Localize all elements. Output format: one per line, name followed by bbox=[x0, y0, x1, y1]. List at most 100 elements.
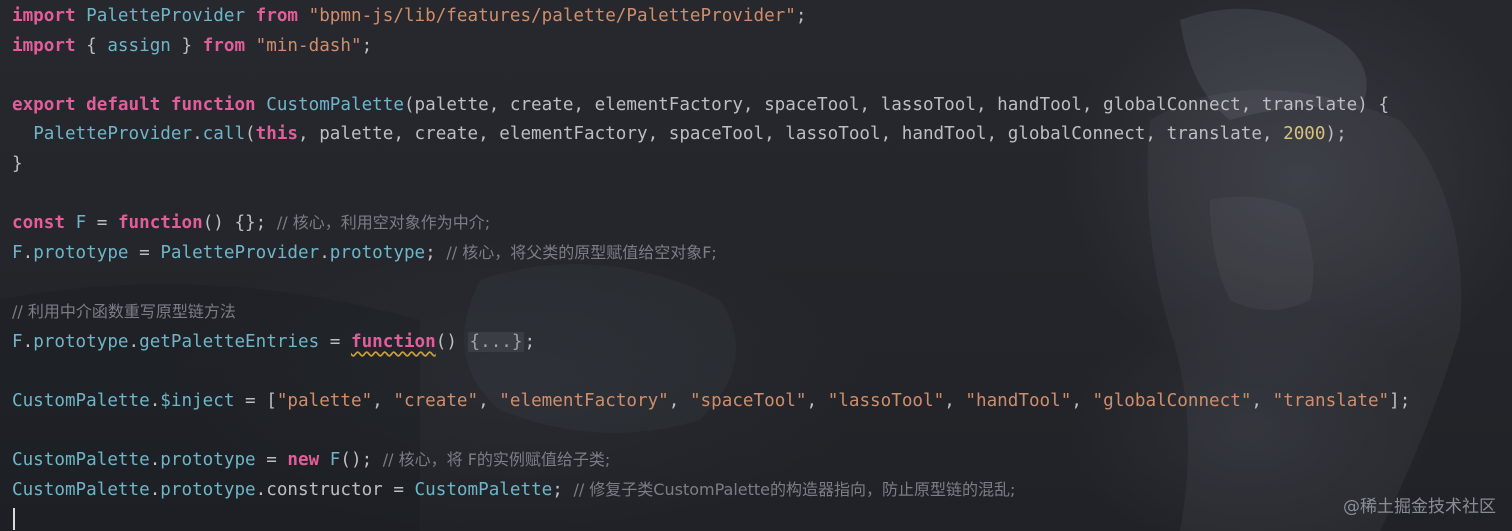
code-token: . bbox=[149, 390, 161, 411]
code-token: ]; bbox=[1389, 390, 1411, 411]
code-token: CustomPalette bbox=[414, 479, 553, 500]
code-token: , bbox=[944, 390, 966, 411]
code-token: F bbox=[12, 331, 23, 352]
code-token: ; bbox=[524, 331, 536, 352]
code-token: . bbox=[128, 331, 140, 352]
code-token: function bbox=[350, 331, 436, 352]
code-token: import bbox=[12, 35, 76, 56]
code-token: F bbox=[75, 213, 87, 234]
code-token: PaletteProvider bbox=[33, 124, 193, 145]
code-token: {...} bbox=[467, 331, 525, 352]
code-token: prototype bbox=[160, 479, 256, 500]
code-token: . bbox=[255, 479, 267, 500]
code-token: 2000 bbox=[1283, 124, 1326, 145]
code-line[interactable]: PaletteProvider.call(this, palette, crea… bbox=[12, 119, 1347, 149]
code-token: new bbox=[287, 450, 320, 470]
code-token: , bbox=[1251, 390, 1273, 411]
code-token: "bpmn-js/lib/features/palette/PalettePro… bbox=[308, 6, 796, 26]
code-token: prototype bbox=[33, 331, 129, 352]
code-line[interactable]: CustomPalette.prototype = new F(); // 核心… bbox=[12, 445, 610, 475]
code-token: CustomPalette bbox=[266, 94, 404, 115]
code-token: // 核心，将 F的实例赋值给子类; bbox=[382, 450, 611, 469]
code-token: . bbox=[22, 242, 34, 263]
code-line[interactable]: import PaletteProvider from "bpmn-js/lib… bbox=[12, 1, 806, 31]
code-token: , bbox=[1071, 390, 1093, 411]
code-token: CustomPalette bbox=[12, 450, 150, 470]
code-token: , bbox=[668, 390, 690, 411]
code-line[interactable]: CustomPalette.$inject = ["palette", "cre… bbox=[12, 386, 1410, 416]
code-token: F bbox=[329, 450, 341, 470]
code-token: const bbox=[12, 213, 65, 234]
code-token: export bbox=[12, 94, 76, 115]
code-token: = bbox=[319, 331, 351, 352]
code-token: prototype bbox=[33, 242, 129, 263]
code-token: } bbox=[170, 35, 203, 56]
code-token: // 核心，将父类的原型赋值给空对象F; bbox=[446, 242, 717, 262]
code-line[interactable]: import { assign } from "min-dash"; bbox=[12, 31, 372, 61]
code-token: constructor bbox=[266, 479, 383, 500]
code-token: . bbox=[22, 331, 34, 352]
code-token: "translate" bbox=[1272, 390, 1390, 411]
code-token: "globalConnect" bbox=[1092, 390, 1252, 411]
code-token: , bbox=[806, 390, 828, 411]
code-token: // 核心，利用空对象作为中介; bbox=[276, 213, 491, 233]
code-token: $inject bbox=[160, 390, 235, 411]
code-token: assign bbox=[107, 35, 171, 56]
code-line[interactable]: F.prototype.getPaletteEntries = function… bbox=[12, 327, 535, 357]
code-token: function bbox=[170, 94, 256, 115]
code-token: PaletteProvider bbox=[86, 6, 246, 26]
code-token: = bbox=[128, 242, 161, 263]
code-token: from bbox=[202, 35, 246, 56]
code-token: import bbox=[12, 6, 76, 26]
code-token: ); bbox=[1325, 124, 1347, 145]
code-token: call bbox=[202, 124, 246, 145]
code-line[interactable]: // 利用中介函数重写原型链方法 bbox=[12, 297, 236, 327]
code-token: // 利用中介函数重写原型链方法 bbox=[12, 302, 236, 321]
code-token: default bbox=[86, 94, 161, 115]
code-token: this bbox=[255, 124, 299, 145]
code-token: = [ bbox=[234, 390, 277, 411]
code-token: "create" bbox=[393, 390, 479, 411]
code-line[interactable]: export default function CustomPalette(pa… bbox=[12, 90, 1389, 120]
code-line[interactable]: } bbox=[12, 149, 23, 179]
code-token: prototype bbox=[160, 450, 256, 470]
code-token: , palette, create, elementFactory, space… bbox=[298, 124, 1284, 145]
code-token: ; bbox=[361, 35, 373, 56]
text-cursor bbox=[13, 508, 15, 530]
code-token: ; bbox=[552, 479, 574, 500]
code-token: "palette" bbox=[276, 390, 373, 411]
code-token: PaletteProvider bbox=[160, 242, 320, 263]
code-token: } bbox=[12, 154, 23, 174]
code-token: = bbox=[382, 479, 415, 500]
code-token: "min-dash" bbox=[255, 35, 362, 56]
code-token: , bbox=[478, 390, 500, 411]
code-token: () bbox=[435, 331, 468, 352]
code-token: . bbox=[192, 124, 203, 145]
code-line[interactable]: const F = function() {}; // 核心，利用空对象作为中介… bbox=[12, 208, 490, 238]
code-token: ( bbox=[245, 124, 256, 145]
code-token: CustomPalette bbox=[12, 390, 150, 411]
code-editor[interactable]: import PaletteProvider from "bpmn-js/lib… bbox=[0, 0, 1512, 531]
code-token: function bbox=[117, 213, 203, 234]
code-token: (palette, create, elementFactory, spaceT… bbox=[403, 94, 1390, 115]
code-token: (); bbox=[340, 450, 383, 470]
code-token: ; bbox=[425, 242, 447, 263]
code-token: ; bbox=[795, 6, 807, 26]
code-line[interactable]: CustomPalette.prototype.constructor = Cu… bbox=[12, 475, 1015, 505]
code-token: . bbox=[149, 450, 161, 470]
code-token: { bbox=[75, 35, 108, 56]
code-token: . bbox=[319, 242, 330, 263]
code-line[interactable]: F.prototype = PaletteProvider.prototype;… bbox=[12, 238, 717, 268]
code-token: "spaceTool" bbox=[689, 390, 807, 411]
code-token: = bbox=[86, 213, 118, 234]
code-token: F bbox=[12, 242, 23, 263]
